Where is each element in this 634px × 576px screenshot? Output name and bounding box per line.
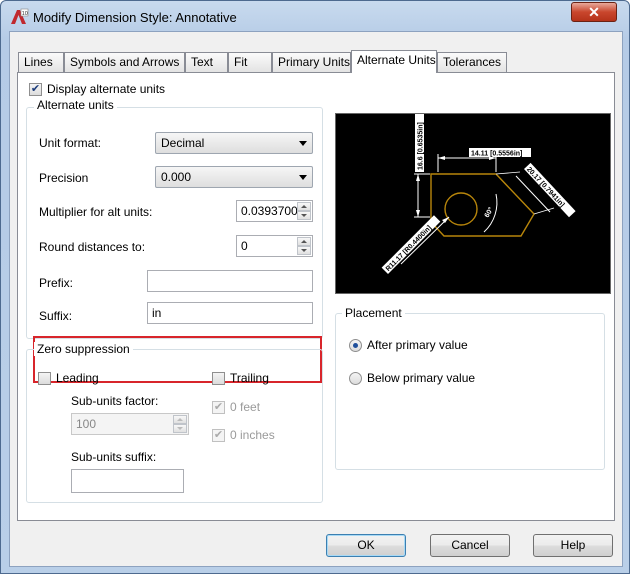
placement-group-title: Placement bbox=[342, 306, 405, 320]
preview-part-outline bbox=[430, 173, 535, 237]
unit-format-label: Unit format: bbox=[39, 136, 102, 150]
sub-units-factor-value: 100 bbox=[76, 417, 97, 431]
dim-right-ext-bottom bbox=[533, 207, 555, 215]
leading-checkbox[interactable] bbox=[38, 372, 51, 385]
dim-radius-leader bbox=[400, 216, 450, 265]
svg-text:10: 10 bbox=[22, 11, 28, 17]
round-distances-value: 0 bbox=[241, 239, 248, 253]
zero-feet-checkbox: ✔ bbox=[212, 401, 225, 414]
display-alternate-units-checkbox[interactable]: ✔ bbox=[29, 83, 42, 96]
unit-format-select[interactable]: Decimal bbox=[155, 132, 313, 154]
dim-left-arrow-top bbox=[416, 174, 420, 181]
suffix-input[interactable]: in bbox=[147, 302, 313, 324]
zero-suppression-group-title: Zero suppression bbox=[34, 342, 133, 356]
prefix-input[interactable] bbox=[147, 270, 313, 292]
suffix-label: Suffix: bbox=[39, 309, 73, 323]
precision-select[interactable]: 0.000 bbox=[155, 166, 313, 188]
trailing-checkbox[interactable] bbox=[212, 372, 225, 385]
precision-value: 0.000 bbox=[161, 170, 192, 184]
display-alternate-units-label: Display alternate units bbox=[47, 82, 166, 96]
after-primary-radio[interactable] bbox=[349, 339, 362, 352]
preview-part-hole bbox=[444, 192, 478, 226]
multiplier-value: 0.0393700 bbox=[241, 204, 298, 218]
dim-radius-arrow bbox=[442, 217, 449, 223]
multiplier-spinner[interactable] bbox=[297, 202, 311, 220]
dim-right-ext-top bbox=[495, 171, 521, 175]
dim-right-label: 20.17 [0.7941in] bbox=[525, 166, 565, 209]
dimension-preview: 14.11 [0.5556in] 16.6 [0.6535in] 20.17 [… bbox=[335, 110, 611, 294]
help-button[interactable]: Help bbox=[533, 534, 613, 557]
multiplier-label: Multiplier for alt units: bbox=[39, 205, 153, 219]
autocad-app-icon: 10 bbox=[11, 8, 29, 24]
tab-tolerances[interactable]: Tolerances bbox=[437, 52, 507, 72]
dialog-body: Lines Symbols and Arrows Text Fit Primar… bbox=[9, 31, 623, 567]
alternate-units-panel: ✔ Display alternate units Alternate unit… bbox=[17, 72, 615, 521]
round-distances-spinner[interactable] bbox=[297, 237, 311, 255]
sub-units-factor-stepper: 100 bbox=[71, 413, 189, 435]
below-primary-label: Below primary value bbox=[367, 371, 476, 385]
dim-top-arrow-left bbox=[438, 156, 445, 160]
tab-fit[interactable]: Fit bbox=[228, 52, 272, 72]
dialog-window: 10 Modify Dimension Style: Annotative ✕ … bbox=[0, 0, 630, 574]
round-distances-label: Round distances to: bbox=[39, 240, 146, 254]
tab-lines[interactable]: Lines bbox=[18, 52, 64, 72]
prefix-label: Prefix: bbox=[39, 276, 74, 290]
round-distances-stepper[interactable]: 0 bbox=[236, 235, 313, 257]
sub-units-factor-label: Sub-units factor: bbox=[71, 394, 159, 408]
tab-symbols-and-arrows[interactable]: Symbols and Arrows bbox=[64, 52, 185, 72]
chevron-down-icon bbox=[299, 175, 307, 180]
close-icon: ✕ bbox=[588, 4, 600, 20]
tab-primary-units[interactable]: Primary Units bbox=[272, 52, 351, 72]
preview-drawing: 14.11 [0.5556in] 16.6 [0.6535in] 20.17 [… bbox=[381, 110, 576, 274]
suffix-value: in bbox=[152, 306, 162, 320]
sub-units-suffix-label: Sub-units suffix: bbox=[71, 450, 157, 464]
unit-format-value: Decimal bbox=[161, 136, 205, 150]
chevron-down-icon bbox=[299, 141, 307, 146]
leading-label: Leading bbox=[56, 371, 99, 385]
dim-left-arrow-bottom bbox=[416, 210, 420, 217]
sub-units-factor-spinner bbox=[173, 415, 187, 433]
zero-feet-label: 0 feet bbox=[230, 400, 261, 414]
window-title: Modify Dimension Style: Annotative bbox=[33, 10, 237, 25]
dim-angle-label: 60° bbox=[483, 206, 495, 219]
dim-radius-label: R11.17 [R0.4400in] bbox=[385, 225, 433, 273]
multiplier-stepper[interactable]: 0.0393700 bbox=[236, 200, 313, 222]
tab-alternate-units[interactable]: Alternate Units bbox=[351, 50, 437, 73]
dim-left-label: 16.6 [0.6535in] bbox=[418, 122, 425, 170]
dim-top-label: 14.11 [0.5556in] bbox=[471, 151, 522, 158]
zero-inches-checkbox: ✔ bbox=[212, 429, 225, 442]
zero-inches-label: 0 inches bbox=[230, 428, 275, 442]
sub-units-suffix-input[interactable] bbox=[71, 469, 184, 493]
after-primary-label: After primary value bbox=[367, 338, 468, 352]
ok-button[interactable]: OK bbox=[326, 534, 406, 557]
trailing-label: Trailing bbox=[230, 371, 269, 385]
close-button[interactable]: ✕ bbox=[571, 2, 617, 22]
precision-label: Precision bbox=[39, 171, 89, 185]
title-bar[interactable]: 10 Modify Dimension Style: Annotative ✕ bbox=[1, 1, 629, 31]
cancel-button[interactable]: Cancel bbox=[430, 534, 510, 557]
tab-text[interactable]: Text bbox=[185, 52, 228, 72]
placement-group bbox=[335, 313, 605, 470]
below-primary-radio[interactable] bbox=[349, 372, 362, 385]
alternate-units-group-title: Alternate units bbox=[34, 98, 117, 112]
